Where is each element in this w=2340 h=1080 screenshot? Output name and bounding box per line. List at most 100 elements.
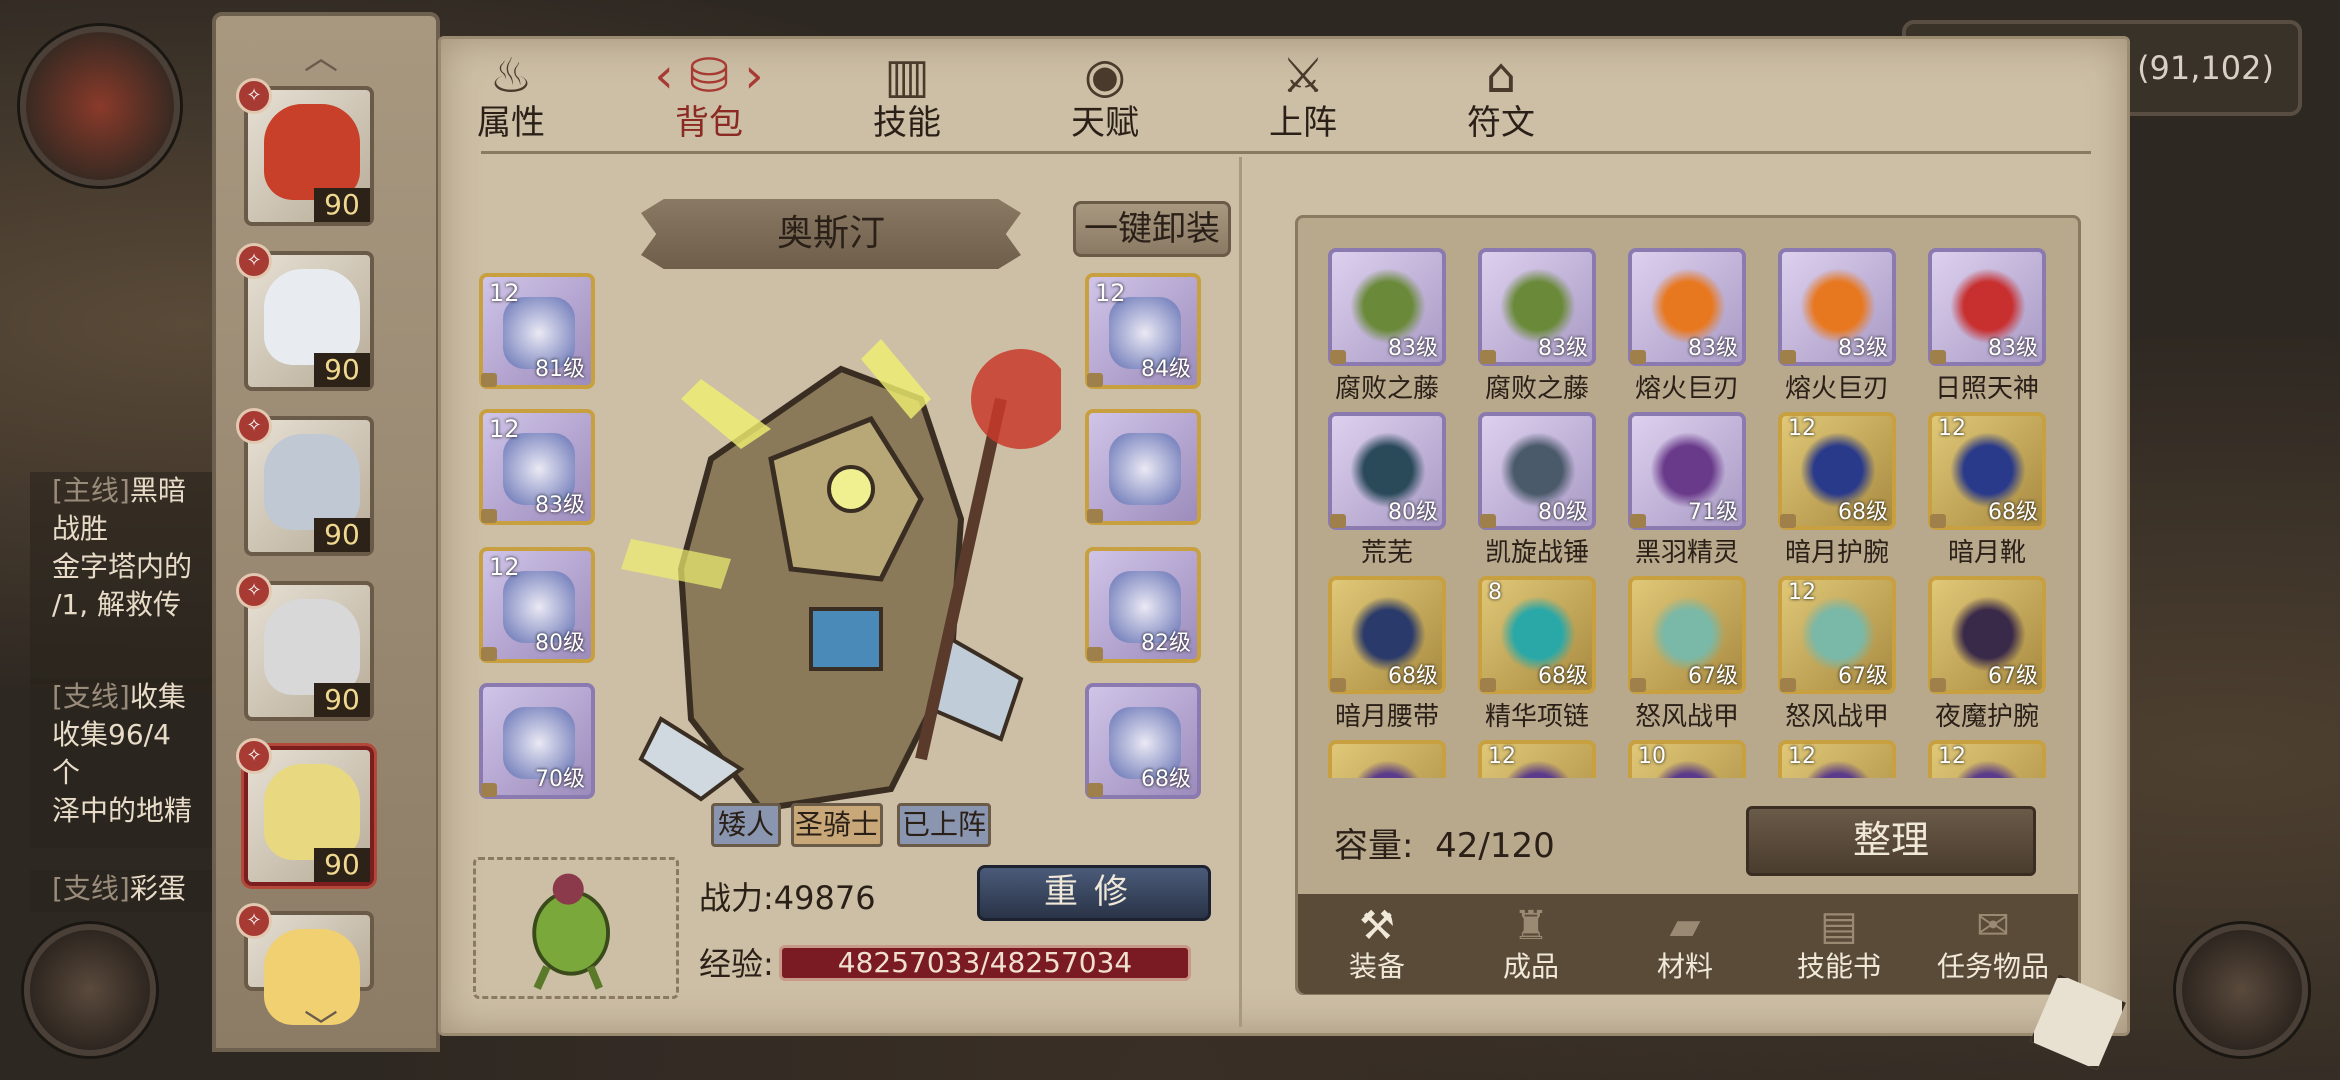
- exp-bar: 48257033/48257034: [779, 945, 1191, 981]
- tab-bag[interactable]: ‹ ⛁ › 背包: [639, 47, 779, 147]
- item-level: 82级: [1141, 631, 1191, 656]
- inventory-item[interactable]: 83级 熔火巨刃: [1628, 248, 1778, 418]
- category-label: 任务物品: [1936, 950, 2049, 983]
- tab-products[interactable]: ♜ 成品: [1456, 902, 1606, 992]
- hero-level: 90: [314, 353, 370, 387]
- tab-deploy[interactable]: ⚔ 上阵: [1233, 47, 1373, 147]
- character-panel: ♨ 属性 ‹ ⛁ › 背包 ▥ 技能 ◉ 天赋 ⚔ 上阵 ⌂ 符文 奥斯汀 一键卸装 12 8…: [438, 36, 2130, 1036]
- sort-button[interactable]: 整理: [1746, 806, 2036, 876]
- capacity-label: 容量:: [1334, 826, 1414, 866]
- equipment-slot[interactable]: 12 84级: [1085, 273, 1201, 389]
- quest-main[interactable]: [主线]黑暗 战胜 金字塔内的 /1, 解救传: [30, 472, 220, 684]
- tab-quest-items[interactable]: ✉ 任务物品: [1918, 902, 2068, 992]
- inventory-item[interactable]: 68级 暗月腰带: [1328, 576, 1478, 746]
- enhance-level: 8: [1488, 580, 1502, 605]
- inventory-item[interactable]: 83级 日照天神: [1928, 248, 2068, 418]
- item-name: 熔火巨刃: [1634, 374, 1739, 404]
- item-level: 67级: [1988, 664, 2038, 689]
- pet-slot[interactable]: [473, 857, 679, 999]
- item-level: 83级: [535, 493, 585, 518]
- hero-card[interactable]: ✧ 90: [236, 738, 374, 886]
- quest-tag: [支线]: [52, 680, 130, 713]
- inventory-item[interactable]: 80级 荒芜: [1328, 412, 1478, 582]
- hero-card[interactable]: ✧ 90: [236, 78, 374, 226]
- inventory-item[interactable]: 12 68级 暗月护腕: [1778, 412, 1928, 582]
- inventory-item[interactable]: 12: [1478, 740, 1628, 778]
- equipment-slot[interactable]: 12 83级: [479, 409, 595, 525]
- inventory-item[interactable]: [1328, 740, 1478, 778]
- deployed-tag: 已上阵: [897, 803, 991, 847]
- bottom-left-button[interactable]: [24, 924, 156, 1056]
- inventory-grid[interactable]: 83级 腐败之藤 83级 腐败之藤 83级 熔火巨刃 83级 熔火巨刃 83级 日照天神 80级 荒芜…: [1328, 248, 2068, 778]
- item-frame: 10: [1628, 740, 1746, 778]
- lock-icon: [1930, 678, 1946, 692]
- hero-card[interactable]: ✧ 90: [236, 573, 374, 721]
- lock-icon: [1780, 350, 1796, 364]
- inventory-item[interactable]: 83级 腐败之藤: [1478, 248, 1628, 418]
- hero-card[interactable]: ✧ 90: [236, 408, 374, 556]
- tab-label: 背包: [675, 103, 743, 143]
- equipment-slot[interactable]: [1085, 409, 1201, 525]
- class-badge-icon: ✧: [236, 78, 272, 114]
- inventory-item[interactable]: 12: [1928, 740, 2068, 778]
- player-avatar[interactable]: [20, 26, 180, 186]
- quest-side-2[interactable]: [支线]彩蛋: [30, 870, 220, 912]
- house-button[interactable]: [2176, 924, 2308, 1056]
- item-level: 71级: [1688, 500, 1738, 525]
- inventory-item[interactable]: 67级 怒风战甲: [1628, 576, 1778, 746]
- quest-tag: [主线]: [52, 474, 130, 507]
- quest-scroll-icon: ✉: [1976, 903, 2010, 949]
- hero-portrait: [264, 269, 360, 365]
- tab-attributes[interactable]: ♨ 属性: [441, 47, 581, 147]
- quest-line: 个: [52, 756, 81, 789]
- inventory-item[interactable]: 83级 熔火巨刃: [1778, 248, 1928, 418]
- character-name: 奥斯汀: [641, 199, 1021, 269]
- item-name: 暗月腰带: [1334, 702, 1439, 732]
- power-display: 战力:49876: [699, 873, 876, 919]
- item-frame: 71级: [1628, 412, 1746, 530]
- equipment-slot[interactable]: 68级: [1085, 683, 1201, 799]
- enhance-level: 12: [489, 279, 520, 307]
- equipment-slot[interactable]: 12 80级: [479, 547, 595, 663]
- inventory-item[interactable]: 12: [1778, 740, 1928, 778]
- inventory-item[interactable]: 8 68级 精华项链: [1478, 576, 1628, 746]
- class-badge-icon: ✧: [236, 573, 272, 609]
- equipment-slot[interactable]: 12 81级: [479, 273, 595, 389]
- tab-equipment[interactable]: ⚒ 装备: [1302, 902, 1452, 992]
- lock-icon: [1480, 350, 1496, 364]
- rebuild-button[interactable]: 重修: [977, 865, 1211, 921]
- hero-list[interactable]: ︿ ✧ 90 ✧ 90 ✧ 90 ✧ 90 ✧ 90 ✧ ﹀: [212, 12, 440, 1052]
- hero-card[interactable]: ✧ 90: [236, 243, 374, 391]
- hero-card[interactable]: ✧: [236, 903, 374, 1025]
- item-level: 80级: [1388, 500, 1438, 525]
- quest-title: 黑暗: [129, 474, 186, 507]
- inventory-item[interactable]: 12 68级 暗月靴: [1928, 412, 2068, 582]
- item-level: 80级: [1538, 500, 1588, 525]
- quest-side-1[interactable]: [支线]收集 收集96/4 个 泽中的地精: [30, 678, 220, 848]
- inventory-item[interactable]: 67级 夜魔护腕: [1928, 576, 2068, 746]
- enhance-level: 12: [1488, 744, 1516, 769]
- tab-materials[interactable]: ▰ 材料: [1610, 902, 1760, 992]
- flame-icon: ♨: [489, 48, 533, 104]
- tab-bar: ♨ 属性 ‹ ⛁ › 背包 ▥ 技能 ◉ 天赋 ⚔ 上阵 ⌂ 符文: [441, 39, 2127, 149]
- class-badge-icon: ✧: [236, 243, 272, 279]
- inventory-item[interactable]: 71级 黑羽精灵: [1628, 412, 1778, 582]
- unequip-all-button[interactable]: 一键卸装: [1073, 201, 1231, 257]
- tab-skill-books[interactable]: ▤ 技能书: [1764, 902, 1914, 992]
- ingot-icon: ▰: [1669, 903, 1701, 949]
- inventory-item[interactable]: 80级 凯旋战锤: [1478, 412, 1628, 582]
- item-name: 精华项链: [1484, 702, 1589, 732]
- scroll-down-icon[interactable]: ﹀: [301, 1011, 341, 1045]
- tab-talent[interactable]: ◉ 天赋: [1035, 47, 1175, 147]
- enhance-level: 12: [1788, 744, 1816, 769]
- lock-icon: [1780, 514, 1796, 528]
- equipment-slot[interactable]: 70级: [479, 683, 595, 799]
- scroll-up-icon[interactable]: ︿: [301, 41, 341, 75]
- lock-icon: [481, 647, 497, 661]
- inventory-item[interactable]: 10: [1628, 740, 1778, 778]
- tab-rune[interactable]: ⌂ 符文: [1431, 47, 1571, 147]
- tab-skills[interactable]: ▥ 技能: [837, 47, 977, 147]
- equipment-slot[interactable]: 82级: [1085, 547, 1201, 663]
- inventory-item[interactable]: 12 67级 怒风战甲: [1778, 576, 1928, 746]
- inventory-item[interactable]: 83级 腐败之藤: [1328, 248, 1478, 418]
